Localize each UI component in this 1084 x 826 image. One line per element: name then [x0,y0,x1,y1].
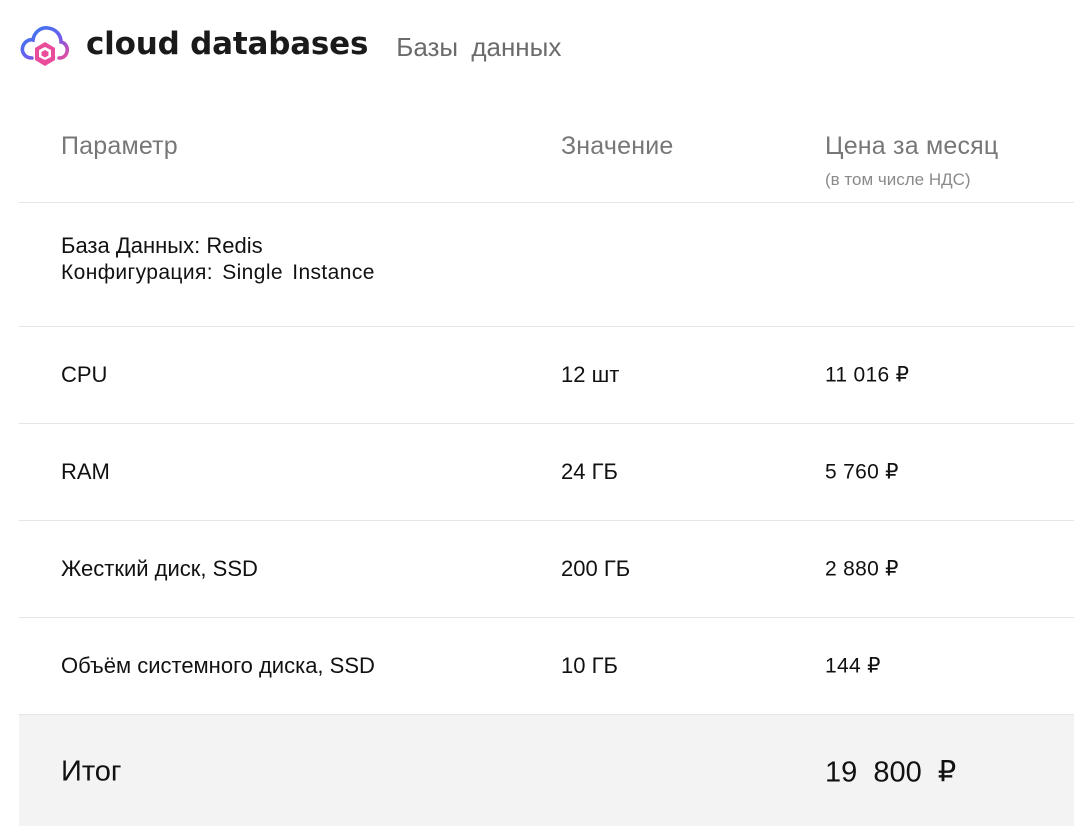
table-row: RAM 24 ГБ 5 760 ₽ [19,424,1074,521]
column-header-param: Параметр [61,132,178,160]
section-title: Базы данных [396,32,562,62]
row-param: Объём системного диска, SSD [61,653,375,678]
table-header: Параметр Значение Цена за месяц (в том ч… [19,112,1074,203]
column-header-price: Цена за месяц [825,132,999,160]
total-row: Итог 19 800 ₽ [19,715,1074,826]
row-param: CPU [61,362,108,387]
row-value: 12 шт [561,362,620,387]
table-row: Жесткий диск, SSD 200 ГБ 2 880 ₽ [19,521,1074,618]
header: cloud databases Базы данных [18,18,561,70]
column-header-value: Значение [561,132,674,160]
total-label: Итог [61,755,122,787]
row-value: 24 ГБ [561,459,618,484]
price-summary-page: cloud databases Базы данных Параметр Зна… [0,0,1084,826]
cloud-database-logo-icon [20,26,70,66]
row-param: RAM [61,459,110,484]
table-row: CPU 12 шт 11 016 ₽ [19,327,1074,424]
brand-name: cloud databases [86,25,369,62]
row-price: 11 016 ₽ [825,363,910,387]
row-value: 10 ГБ [561,653,618,678]
table-row: Объём системного диска, SSD 10 ГБ 144 ₽ [19,618,1074,715]
row-param: Жесткий диск, SSD [61,556,258,581]
database-name: База Данных: Redis [61,233,263,258]
database-info-row: База Данных: Redis Конфигурация: Single … [19,203,1074,327]
row-price: 144 ₽ [825,654,881,678]
row-price: 5 760 ₽ [825,460,899,484]
database-config: Конфигурация: Single Instance [61,261,375,284]
price-vat-note: (в том числе НДС) [825,170,971,189]
row-price: 2 880 ₽ [825,557,899,581]
row-value: 200 ГБ [561,556,631,581]
total-price: 19 800 ₽ [825,756,957,788]
price-table: Параметр Значение Цена за месяц (в том ч… [19,112,1074,826]
